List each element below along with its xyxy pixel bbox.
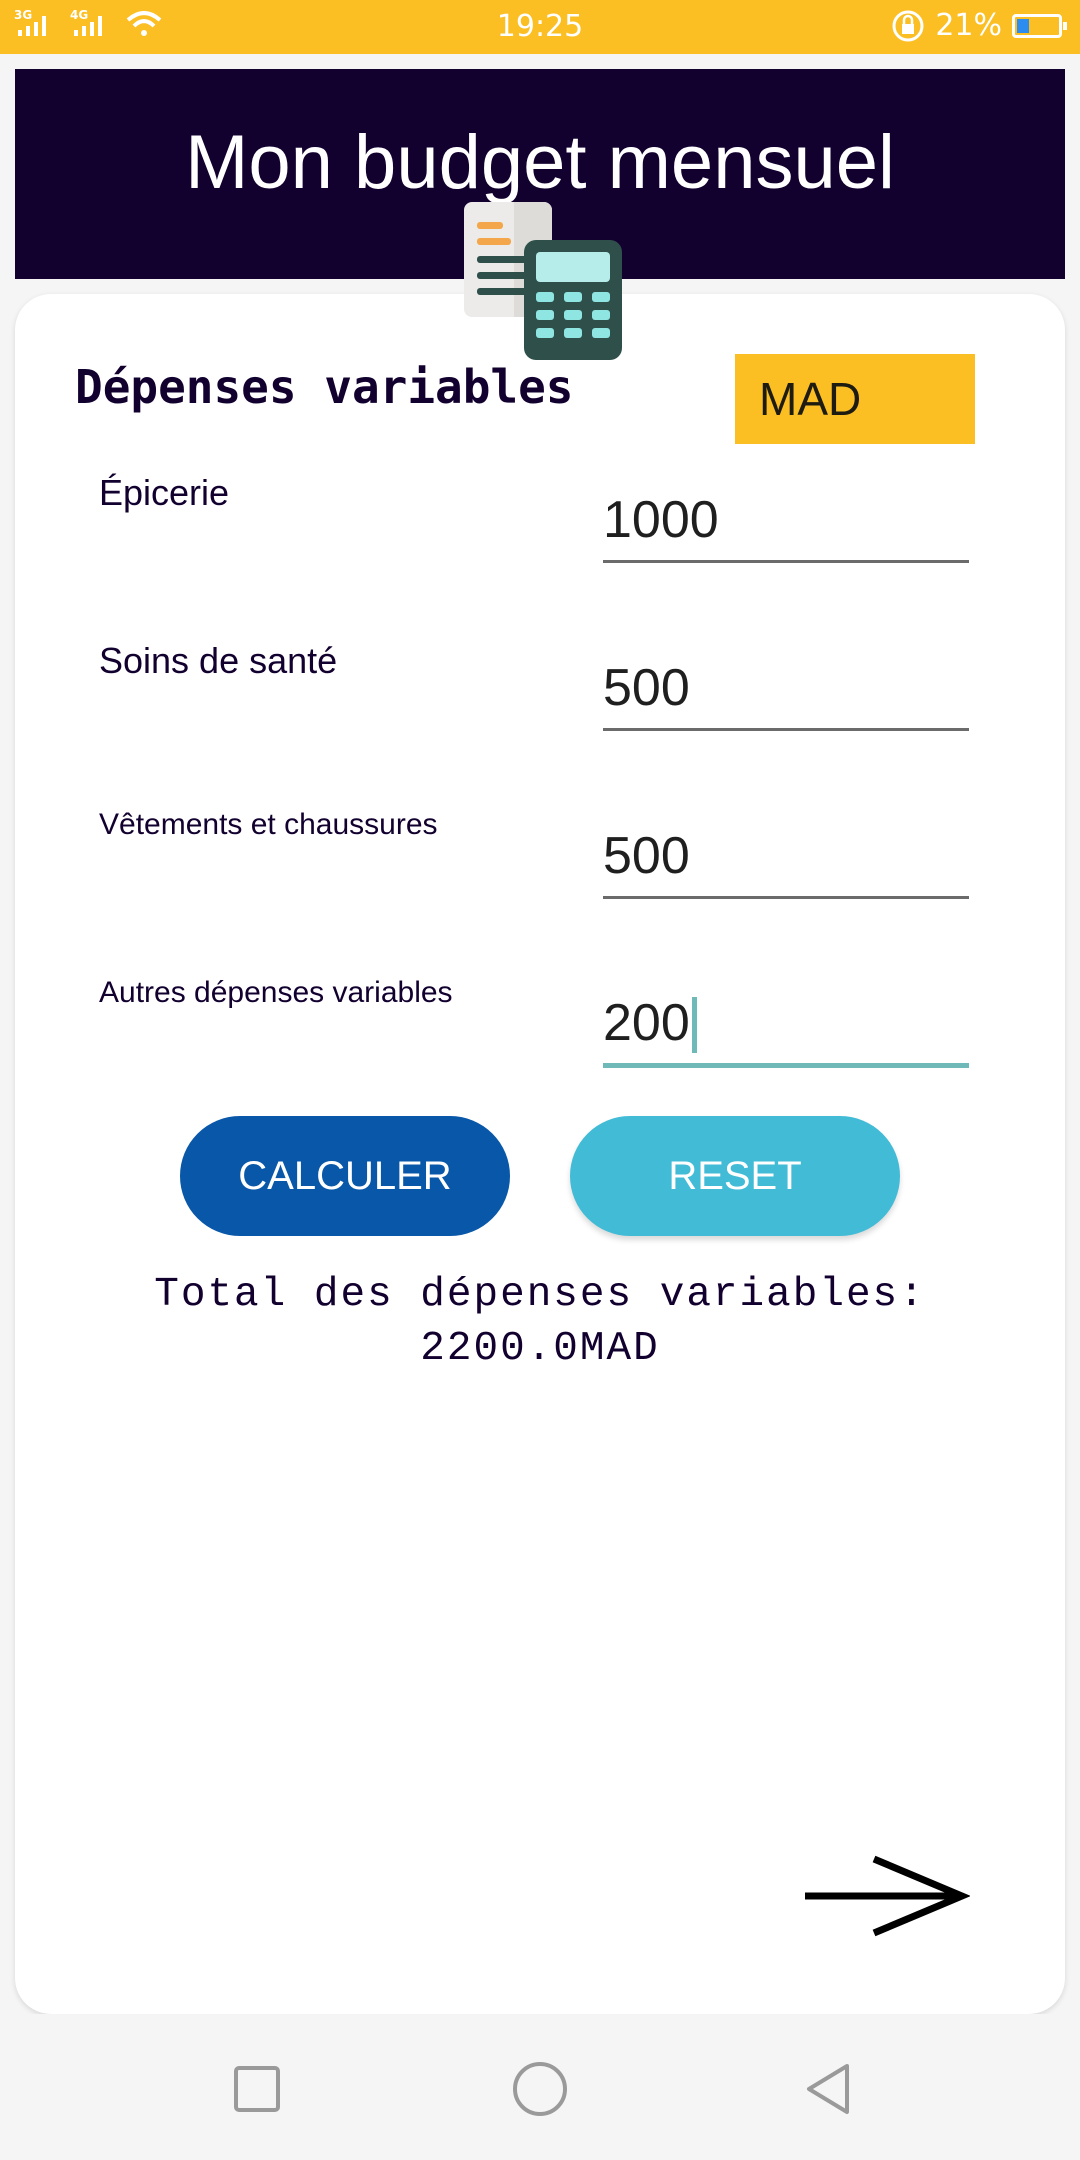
system-nav-bar: [0, 2014, 1080, 2160]
input-vetements-value: 500: [603, 827, 690, 885]
square-icon[interactable]: [220, 2054, 290, 2124]
label-soins-sante: Soins de santé: [99, 640, 338, 681]
total-value: 2200.0MAD: [420, 1326, 660, 1372]
input-epicerie-value: 1000: [603, 491, 719, 549]
reset-button[interactable]: RESET: [570, 1116, 900, 1236]
input-soins-sante[interactable]: 500: [603, 641, 969, 731]
currency-selector[interactable]: MAD: [735, 354, 975, 444]
total-label: Total des dépenses variables:: [154, 1272, 926, 1318]
input-autres-depenses-value: 200: [603, 994, 690, 1052]
battery-icon: [1012, 13, 1067, 38]
label-vetements: Vêtements et chaussures: [99, 808, 438, 841]
battery-percent: 21%: [935, 8, 1002, 43]
circle-icon[interactable]: [505, 2054, 575, 2124]
calculate-button[interactable]: CALCULER: [180, 1116, 510, 1236]
calculator-document-icon: [464, 202, 622, 360]
input-epicerie[interactable]: 1000: [603, 473, 969, 563]
status-right: 21%: [891, 8, 1067, 43]
arrow-right-icon[interactable]: [800, 1855, 970, 1937]
rotation-lock-icon: [892, 10, 924, 41]
input-vetements[interactable]: 500: [603, 809, 969, 899]
triangle-back-icon[interactable]: [795, 2054, 865, 2124]
total-result: Total des dépenses variables: 2200.0MAD: [0, 1268, 1080, 1376]
section-title: Dépenses variables: [75, 360, 574, 414]
status-bar: 3G 4G 19:25 21%: [0, 0, 1080, 54]
app-title: Mon budget mensuel: [185, 120, 895, 205]
input-soins-sante-value: 500: [603, 659, 690, 717]
label-epicerie: Épicerie: [99, 472, 230, 513]
label-autres-depenses: Autres dépenses variables: [99, 976, 453, 1009]
text-cursor: [691, 997, 697, 1053]
input-autres-depenses[interactable]: 200: [603, 978, 969, 1068]
